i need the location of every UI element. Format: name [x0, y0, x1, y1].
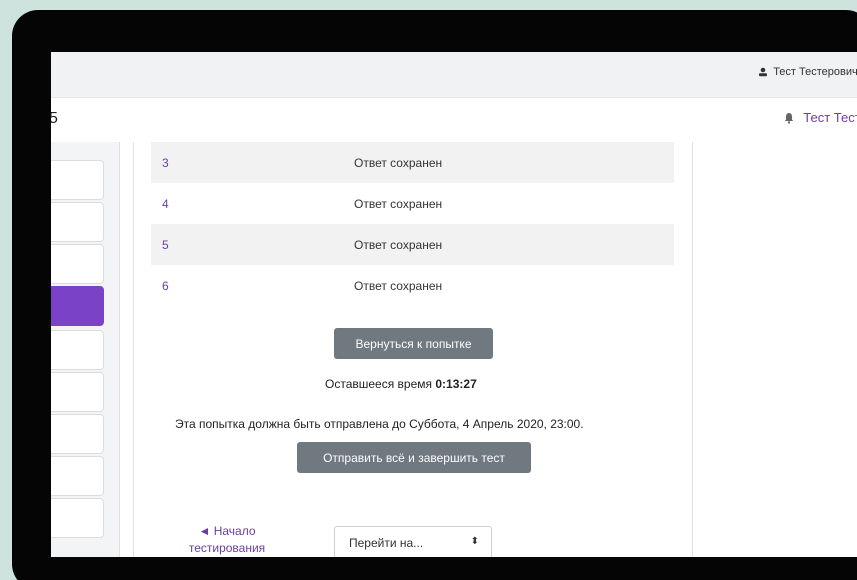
browser-screen: Тест Тестерович Те 5 Тест Тестер: [51, 52, 857, 557]
jump-to-select[interactable]: Перейти на... ⬍: [334, 526, 492, 557]
deadline-notice: Эта попытка должна быть отправлена до Су…: [175, 417, 584, 431]
table-row: 4 Ответ сохранен: [151, 183, 674, 224]
table-row: 3 Ответ сохранен: [151, 142, 674, 183]
quiz-nav-item[interactable]: [51, 372, 104, 412]
page-title-fragment: 5: [51, 110, 58, 127]
quiz-nav-item[interactable]: [51, 456, 104, 496]
question-link[interactable]: 3: [151, 142, 211, 183]
quiz-nav-item[interactable]: [51, 498, 104, 538]
user-link-right[interactable]: Тест Тестер: [783, 110, 857, 125]
quiz-nav-item-active[interactable]: [51, 286, 104, 326]
time-remaining-value: 0:13:27: [435, 377, 477, 391]
table-row: 6 Ответ сохранен: [151, 265, 674, 306]
question-status: Ответ сохранен: [211, 224, 674, 265]
attempt-summary-content: 3 Ответ сохранен 4 Ответ сохранен 5 Отве…: [133, 142, 693, 557]
return-to-attempt-button[interactable]: Вернуться к попытке: [334, 328, 493, 359]
top-navbar: Тест Тестерович Те: [51, 52, 857, 98]
user-menu[interactable]: Тест Тестерович Те: [758, 66, 857, 78]
start-of-test-link[interactable]: ◄ Начало тестирования: [168, 523, 286, 557]
user-icon: [759, 67, 768, 77]
question-status: Ответ сохранен: [354, 196, 443, 211]
user-name-top: Тест Тестерович Те: [773, 66, 857, 78]
user-name-right: Тест Тестер: [803, 110, 857, 125]
jump-to-select-value: Перейти на...: [349, 536, 424, 550]
question-status: Ответ сохранен: [354, 278, 443, 293]
quiz-nav-item[interactable]: [51, 160, 104, 200]
quiz-nav-item[interactable]: [51, 330, 104, 370]
bell-icon: [785, 112, 794, 124]
quiz-nav-item[interactable]: [51, 202, 104, 242]
question-link[interactable]: 5: [151, 224, 211, 265]
time-remaining: Оставшееся время 0:13:27: [325, 377, 477, 391]
question-link[interactable]: 6: [151, 265, 211, 306]
device-frame: Тест Тестерович Те 5 Тест Тестер: [12, 10, 857, 580]
select-arrows-icon: ⬍: [470, 536, 479, 547]
question-status: Ответ сохранен: [211, 142, 674, 183]
summary-table: 3 Ответ сохранен 4 Ответ сохранен 5 Отве…: [151, 142, 674, 306]
quiz-nav-item[interactable]: [51, 244, 104, 284]
quiz-navigation-panel: [51, 142, 120, 557]
submit-all-button[interactable]: Отправить всё и завершить тест: [297, 442, 531, 473]
time-remaining-label: Оставшееся время: [325, 377, 433, 391]
table-row: 5 Ответ сохранен: [151, 224, 674, 265]
quiz-nav-item[interactable]: [51, 414, 104, 454]
question-link[interactable]: 4: [151, 183, 211, 224]
